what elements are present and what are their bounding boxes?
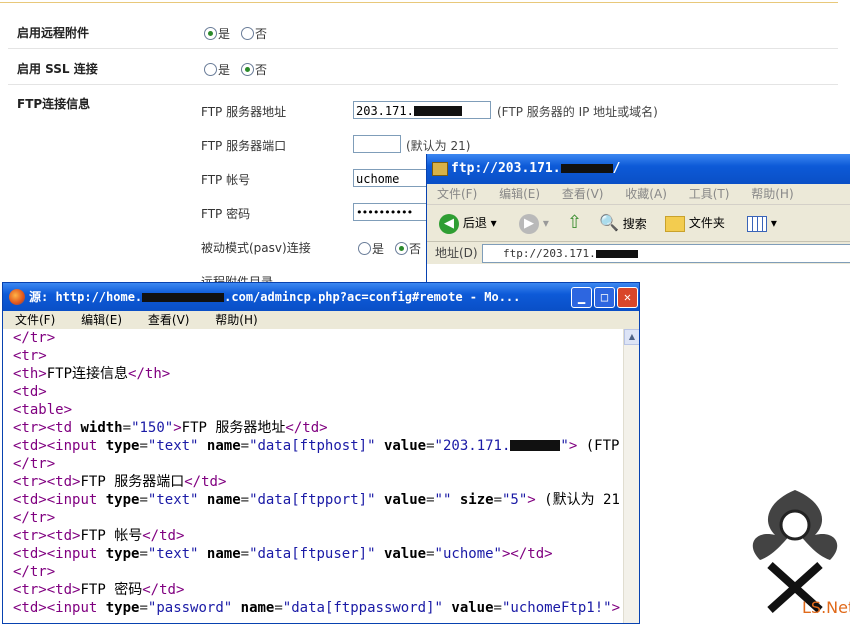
ssl-yes[interactable]: 是: [204, 61, 230, 78]
source-line: <th>FTP连接信息</th>: [13, 366, 171, 382]
source-menubar: 文件(F) 编辑(E) 查看(V) 帮助(H): [3, 311, 639, 330]
views-icon: [747, 215, 767, 232]
top-border: [0, 2, 838, 3]
source-line: <table>: [13, 402, 73, 418]
close-button[interactable]: ✕: [617, 287, 638, 308]
scroll-up-icon[interactable]: ▲: [624, 329, 639, 345]
ftp-folder-icon: [432, 162, 448, 176]
search-icon: 🔍: [599, 213, 619, 232]
address-label: 地址(D): [435, 246, 478, 260]
back-arrow-icon: ◀: [439, 213, 459, 234]
source-line: </tr>: [13, 564, 56, 580]
radio-icon[interactable]: [358, 242, 371, 255]
watermark-text: LS.Net: [802, 598, 850, 617]
radio-icon[interactable]: [241, 63, 254, 76]
menu-edit[interactable]: 编辑(E): [81, 313, 122, 327]
divider: [8, 84, 838, 85]
menu-file[interactable]: 文件(F): [15, 313, 55, 327]
address-bar: 地址(D) ftp://203.171.: [427, 242, 850, 265]
forward-arrow-icon: ▶: [519, 213, 539, 234]
folder-icon: [665, 215, 685, 232]
menu-view[interactable]: 查看(V): [562, 187, 604, 201]
explorer-toolbar: ◀ 后退 ▾ ▶ ▾ ⇧ 🔍 搜索 文件夹 ▾: [427, 205, 850, 242]
back-button[interactable]: ◀ 后退 ▾: [439, 211, 497, 235]
source-code[interactable]: </tr> <tr> <th>FTP连接信息</th> <td> <table> <tr>…: [3, 329, 623, 623]
source-titlebar[interactable]: 源: http://home. .com/admincp.php?ac=confi…: [3, 283, 639, 311]
menu-help[interactable]: 帮助(H): [215, 313, 257, 327]
ftp-host-label: FTP 服务器地址: [201, 105, 287, 119]
source-line: <td><input type="text" name="data[ftpuse…: [13, 546, 553, 562]
source-line: <td><input type="password" name="data[ft…: [13, 600, 620, 616]
menu-favorites[interactable]: 收藏(A): [625, 187, 667, 201]
remote-attach-no[interactable]: 否: [241, 25, 267, 42]
menu-view[interactable]: 查看(V): [148, 313, 190, 327]
menu-help[interactable]: 帮助(H): [751, 187, 793, 201]
ftp-user-input[interactable]: uchome: [353, 169, 433, 187]
source-line: <tr><td>FTP 帐号</td>: [13, 528, 185, 544]
folders-button[interactable]: 文件夹: [665, 211, 725, 235]
ftp-pass-label: FTP 密码: [201, 207, 251, 221]
ftp-user-label: FTP 帐号: [201, 173, 251, 187]
source-line: <tr><td width="150">FTP 服务器地址</td>: [13, 420, 328, 436]
source-line: </tr>: [13, 330, 56, 346]
address-input[interactable]: ftp://203.171.: [482, 244, 850, 263]
ssl-label: 启用 SSL 连接: [17, 62, 98, 76]
radio-icon[interactable]: [395, 242, 408, 255]
ssl-no[interactable]: 否: [241, 61, 267, 78]
up-folder-icon[interactable]: ⇧: [567, 211, 582, 235]
redaction: [560, 164, 613, 173]
watermark-logo: LS.Net: [752, 490, 850, 617]
redaction: [142, 293, 225, 302]
search-button[interactable]: 🔍 搜索: [599, 211, 647, 235]
ftp-port-label: FTP 服务器端口: [201, 139, 287, 153]
redaction: [595, 250, 638, 258]
vertical-scrollbar[interactable]: ▲: [623, 329, 639, 623]
explorer-title: ftp://203.171.: [451, 161, 561, 176]
source-line: </tr>: [13, 510, 56, 526]
ftp-section-label: FTP连接信息: [17, 97, 91, 111]
view-source-window: 源: http://home. .com/admincp.php?ac=confi…: [2, 282, 640, 624]
firefox-icon: [9, 289, 25, 305]
pasv-label: 被动模式(pasv)连接: [201, 241, 311, 255]
ftp-host-input[interactable]: 203.171.: [353, 101, 491, 119]
explorer-titlebar[interactable]: ftp://203.171. /: [427, 154, 850, 184]
divider: [8, 48, 838, 49]
remote-attach-yes[interactable]: 是: [204, 25, 230, 42]
source-line: <td><input type="text" name="data[ftppor…: [13, 492, 620, 508]
source-line: <tr>: [13, 348, 47, 364]
radio-icon[interactable]: [204, 63, 217, 76]
pasv-yes[interactable]: 是: [358, 240, 384, 257]
ftp-port-input[interactable]: [353, 135, 401, 153]
maximize-button[interactable]: □: [594, 287, 615, 308]
ftp-host-hint: (FTP 服务器的 IP 地址或域名): [497, 105, 658, 119]
source-line: </tr>: [13, 456, 56, 472]
source-line: <tr><td>FTP 服务器端口</td>: [13, 474, 227, 490]
explorer-menubar: 文件(F) 编辑(E) 查看(V) 收藏(A) 工具(T) 帮助(H): [427, 184, 850, 205]
menu-edit[interactable]: 编辑(E): [499, 187, 540, 201]
remote-attach-label: 启用远程附件: [17, 26, 90, 40]
pasv-no[interactable]: 否: [395, 240, 421, 257]
menu-file[interactable]: 文件(F): [437, 187, 477, 201]
ftp-pass-input[interactable]: ••••••••••: [353, 203, 433, 221]
source-line: <tr><td>FTP 密码</td>: [13, 582, 185, 598]
minimize-button[interactable]: ▁: [571, 287, 592, 308]
forward-button[interactable]: ▶ ▾: [519, 211, 549, 235]
radio-icon[interactable]: [241, 27, 254, 40]
menu-tools[interactable]: 工具(T): [689, 187, 730, 201]
source-line: <td><input type="text" name="data[ftphos…: [13, 438, 620, 454]
radio-icon[interactable]: [204, 27, 217, 40]
redaction: [413, 106, 462, 116]
ftp-port-hint: (默认为 21): [406, 139, 471, 153]
source-line: <td>: [13, 384, 47, 400]
views-button[interactable]: ▾: [747, 211, 777, 235]
redaction: [510, 440, 561, 451]
